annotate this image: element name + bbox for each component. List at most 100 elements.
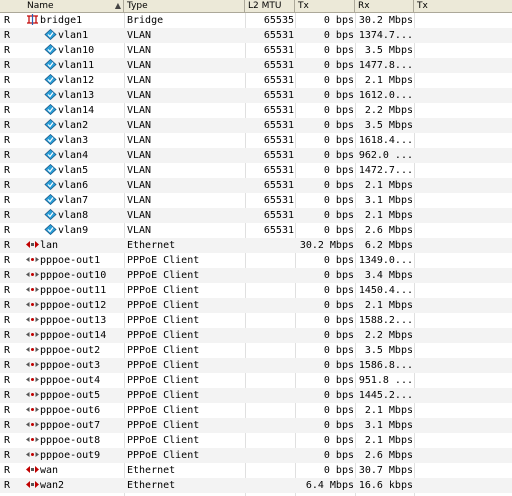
interface-name: vlan5: [26, 163, 142, 178]
table-row[interactable]: Rvlan1 VLAN 65531 0 bps 1374.7...: [0, 28, 512, 43]
vlan-icon: [44, 73, 57, 86]
interface-name-label: vlan12: [58, 75, 95, 86]
table-row[interactable]: Rpppoe-out11 PPPoE Client 0 bps 1450.4...: [0, 283, 512, 298]
row-flag: R: [4, 90, 11, 101]
interface-name: vlan3: [26, 133, 142, 148]
column-header-rx[interactable]: Rx: [355, 0, 414, 12]
pppoe-icon: [26, 344, 39, 355]
column-header-tx[interactable]: Tx: [295, 0, 355, 12]
interface-l2-mtu: 65531: [263, 60, 294, 71]
interface-type: VLAN: [127, 90, 152, 101]
row-flag: R: [4, 420, 11, 431]
column-header-type[interactable]: Type: [124, 0, 245, 12]
column-header-l2-mtu[interactable]: L2 MTU: [245, 0, 295, 12]
table-row[interactable]: Rvlan14 VLAN 65531 0 bps 2.2 Mbps: [0, 103, 512, 118]
interface-name: pppoe-out13: [26, 313, 124, 328]
table-row[interactable]: Rpppoe-out14 PPPoE Client 0 bps 2.2 Mbps: [0, 328, 512, 343]
table-row[interactable]: Rvlan10 VLAN 65531 0 bps 3.5 Mbps: [0, 43, 512, 58]
interface-rx-rate: 2.2 Mbps: [364, 330, 413, 341]
interface-type: VLAN: [127, 105, 152, 116]
table-row[interactable]: Rvlan9 VLAN 65531 0 bps 2.6 Mbps: [0, 223, 512, 238]
interface-name-label: pppoe-out5: [40, 390, 101, 401]
table-row[interactable]: Rpppoe-out7 PPPoE Client 0 bps 3.1 Mbps: [0, 418, 512, 433]
table-row[interactable]: Rpppoe-out6 PPPoE Client 0 bps 2.1 Mbps: [0, 403, 512, 418]
column-header-name[interactable]: Name ▲: [0, 0, 124, 12]
vlan-icon: [44, 208, 57, 221]
table-row[interactable]: Rpppoe-out4 PPPoE Client 0 bps 951.8 ...: [0, 373, 512, 388]
interface-type: PPPoE Client: [127, 390, 200, 401]
interface-tx-rate: 0 bps: [323, 375, 354, 386]
column-header-tx-2[interactable]: Tx: [414, 0, 512, 12]
interface-name: lan: [26, 238, 124, 253]
row-flag: R: [4, 315, 11, 326]
interface-name-label: vlan9: [58, 225, 89, 236]
table-row[interactable]: Rpppoe-out8 PPPoE Client 0 bps 2.1 Mbps: [0, 433, 512, 448]
row-flag: R: [4, 360, 11, 371]
row-flag: R: [4, 105, 11, 116]
table-row[interactable]: Rvlan5 VLAN 65531 0 bps 1472.7...: [0, 163, 512, 178]
table-row[interactable]: Rlan Ethernet 30.2 Mbps 6.2 Mbps: [0, 238, 512, 253]
interface-tx-rate: 0 bps: [323, 225, 354, 236]
interface-type: VLAN: [127, 225, 152, 236]
interface-l2-mtu: 65531: [263, 90, 294, 101]
interface-l2-mtu: [248, 328, 294, 343]
table-row[interactable]: Rwan2 Ethernet 6.4 Mbps 16.6 kbps: [0, 478, 512, 493]
vlan-icon: [44, 133, 57, 146]
interface-rx-rate: 1374.7...: [358, 30, 413, 41]
interface-rx-rate: 2.1 Mbps: [364, 210, 413, 221]
table-row[interactable]: Rbridge1 Bridge 65535 0 bps 30.2 Mbps: [0, 13, 512, 28]
interface-type: PPPoE Client: [127, 450, 200, 461]
vlan-icon: [44, 28, 57, 41]
interface-type: VLAN: [127, 45, 152, 56]
row-flag: R: [4, 375, 11, 386]
table-row[interactable]: Rpppoe-out13 PPPoE Client 0 bps 1588.2...: [0, 313, 512, 328]
interface-tx-rate: 0 bps: [323, 195, 354, 206]
interface-tx-rate: 0 bps: [323, 435, 354, 446]
table-row[interactable]: Rpppoe-out9 PPPoE Client 0 bps 2.6 Mbps: [0, 448, 512, 463]
table-row[interactable]: Rvlan2 VLAN 65531 0 bps 3.5 Mbps: [0, 118, 512, 133]
table-row[interactable]: Rpppoe-out12 PPPoE Client 0 bps 2.1 Mbps: [0, 298, 512, 313]
interface-name-label: vlan3: [58, 135, 89, 146]
vlan-icon: [44, 43, 57, 56]
interface-name-label: vlan8: [58, 210, 89, 221]
table-row[interactable]: Rpppoe-out10 PPPoE Client 0 bps 3.4 Mbps: [0, 268, 512, 283]
interface-tx-rate: 0 bps: [323, 345, 354, 356]
table-row[interactable]: Rvlan11 VLAN 65531 0 bps 1477.8...: [0, 58, 512, 73]
table-row[interactable]: Rvlan13 VLAN 65531 0 bps 1612.0...: [0, 88, 512, 103]
vlan-icon: [44, 118, 57, 131]
interface-name-label: vlan7: [58, 195, 89, 206]
vlan-icon: [44, 163, 57, 176]
interface-type: PPPoE Client: [127, 375, 200, 386]
table-row[interactable]: Rvlan12 VLAN 65531 0 bps 2.1 Mbps: [0, 73, 512, 88]
table-row[interactable]: Rpppoe-out2 PPPoE Client 0 bps 3.5 Mbps: [0, 343, 512, 358]
interface-rx-rate: 6.2 Mbps: [364, 240, 413, 251]
interface-name-label: lan: [40, 240, 59, 251]
interface-rx-rate: 2.1 Mbps: [364, 405, 413, 416]
interface-type: Ethernet: [127, 240, 176, 251]
row-flag: R: [4, 270, 11, 281]
table-row[interactable]: Rpppoe-out5 PPPoE Client 0 bps 1445.2...: [0, 388, 512, 403]
table-row[interactable]: Rpppoe-out3 PPPoE Client 0 bps 1586.8...: [0, 358, 512, 373]
interface-rx-rate: 951.8 ...: [358, 375, 413, 386]
interface-name-label: pppoe-out1: [40, 255, 101, 266]
interface-name-label: pppoe-out3: [40, 360, 101, 371]
interface-name-label: vlan10: [58, 45, 95, 56]
pppoe-icon: [26, 374, 39, 385]
table-row[interactable]: Rvlan7 VLAN 65531 0 bps 3.1 Mbps: [0, 193, 512, 208]
interface-name: pppoe-out7: [26, 418, 124, 433]
interface-name-label: pppoe-out2: [40, 345, 101, 356]
interface-l2-mtu: 65531: [263, 105, 294, 116]
table-row[interactable]: Rvlan4 VLAN 65531 0 bps 962.0 ...: [0, 148, 512, 163]
interface-l2-mtu: 65531: [263, 210, 294, 221]
table-row[interactable]: Rpppoe-out1 PPPoE Client 0 bps 1349.0...: [0, 253, 512, 268]
interface-l2-mtu: [248, 403, 294, 418]
table-row[interactable]: Rwan Ethernet 0 bps 30.7 Mbps: [0, 463, 512, 478]
pppoe-icon: [26, 284, 39, 295]
interface-name-label: bridge1: [40, 15, 83, 26]
table-row[interactable]: Rvlan8 VLAN 65531 0 bps 2.1 Mbps: [0, 208, 512, 223]
table-row[interactable]: Rvlan6 VLAN 65531 0 bps 2.1 Mbps: [0, 178, 512, 193]
table-row[interactable]: Rvlan3 VLAN 65531 0 bps 1618.4...: [0, 133, 512, 148]
interface-rx-rate: 1588.2...: [358, 315, 413, 326]
interface-type: VLAN: [127, 180, 152, 191]
interface-rx-rate: 30.2 Mbps: [358, 15, 413, 26]
